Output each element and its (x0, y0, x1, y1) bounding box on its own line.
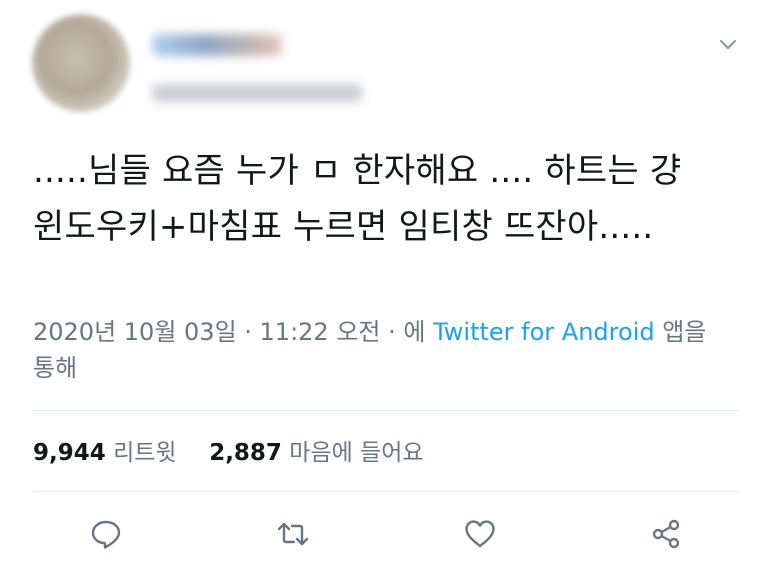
retweets-label: 리트윗 (113, 440, 177, 466)
share-icon (652, 519, 680, 549)
handle-blurred (152, 84, 362, 102)
avatar[interactable] (32, 14, 130, 112)
tweet-stats: 9,944 리트윗 2,887 마음에 들어요 (33, 436, 424, 470)
share-button[interactable] (646, 514, 686, 554)
tweet-source-link[interactable]: Twitter for Android (433, 318, 654, 346)
likes-stat[interactable]: 2,887 마음에 들어요 (209, 440, 423, 466)
display-name-blurred[interactable] (152, 34, 282, 56)
likes-label: 마음에 들어요 (289, 440, 424, 466)
retweets-count: 9,944 (33, 440, 106, 466)
reply-icon (91, 520, 121, 549)
chevron-down-icon[interactable] (716, 32, 740, 56)
likes-count: 2,887 (209, 440, 282, 466)
tweet-meta: 2020년 10월 03일 · 11:22 오전 · 에 Twitter for… (33, 314, 723, 386)
tweet-card: .....님들 요즘 누가 ㅁ 한자해요 .... 하트는 걍 윈도우키+마침표… (0, 0, 757, 568)
heart-icon (465, 520, 495, 548)
user-info-blurred[interactable] (148, 26, 378, 106)
retweet-button[interactable] (273, 514, 313, 554)
retweets-stat[interactable]: 9,944 리트윗 (33, 440, 184, 466)
reply-button[interactable] (86, 514, 126, 554)
retweet-icon (277, 522, 309, 546)
tweet-text: .....님들 요즘 누가 ㅁ 한자해요 .... 하트는 걍 윈도우키+마침표… (33, 151, 682, 247)
divider (33, 410, 739, 411)
divider (33, 491, 739, 492)
tweet-date[interactable]: 2020년 10월 03일 · 11:22 오전 · 에 (33, 318, 433, 346)
like-button[interactable] (460, 514, 500, 554)
